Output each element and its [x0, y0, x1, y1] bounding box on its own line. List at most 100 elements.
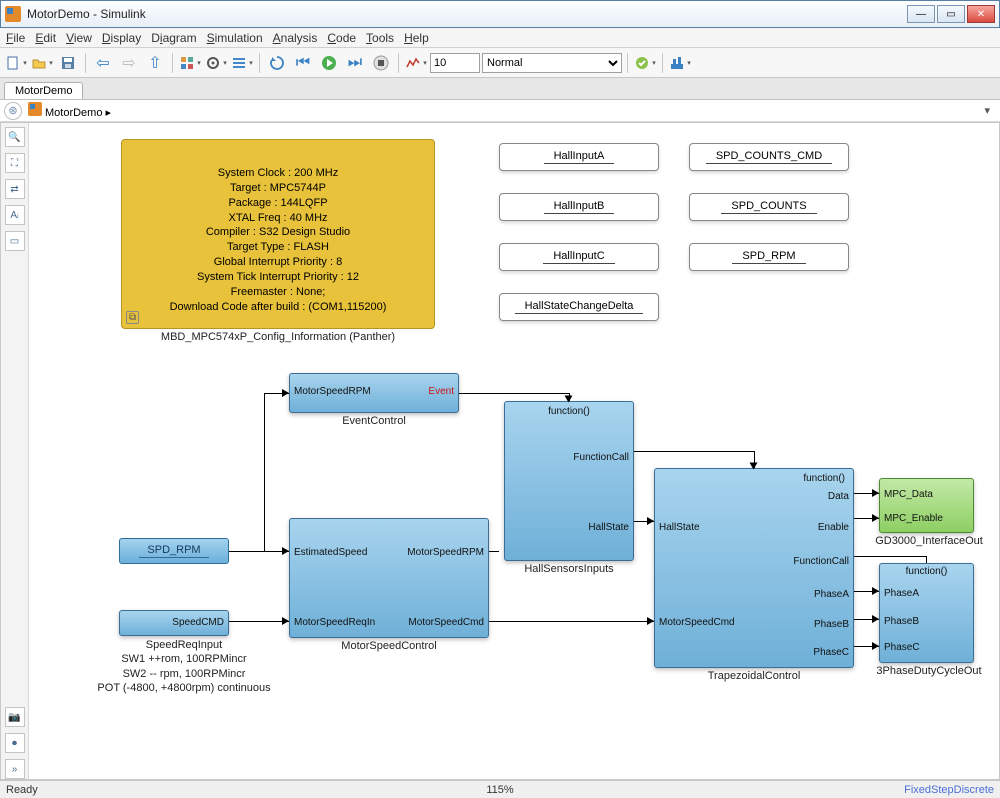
motorspeedcontrol-label: MotorSpeedControl: [289, 640, 489, 652]
config-info-caption: MBD_MPC574xP_Config_Information (Panther…: [121, 331, 435, 343]
speedreqinput-block[interactable]: SpeedCMD: [119, 610, 229, 636]
status-solver: FixedStepDiscrete: [904, 784, 994, 796]
menu-edit[interactable]: Edit: [35, 31, 56, 45]
port-enable-out: Enable: [818, 522, 849, 533]
port-motorspeedcmd-out: MotorSpeedCmd: [408, 617, 484, 628]
port-phaseb-in: PhaseB: [884, 616, 919, 627]
wire: [634, 451, 754, 452]
canvas[interactable]: System Clock : 200 MHz Target : MPC5744P…: [29, 123, 999, 779]
datastore-hallstatechangedelta[interactable]: HallStateChangeDelta: [499, 293, 659, 321]
model-icon: [28, 102, 42, 116]
menu-file[interactable]: File: [6, 31, 25, 45]
tab-strip: MotorDemo: [0, 78, 1000, 100]
work-area: 🔍 ⛶ ⇄ Aᵢ ▭ 📷 ⏺ » System Clock : 200 MHz …: [0, 122, 1000, 780]
config-info-block[interactable]: System Clock : 200 MHz Target : MPC5744P…: [121, 139, 435, 329]
step-forward-button[interactable]: ⏭: [343, 51, 367, 75]
arrow-icon: [565, 396, 573, 403]
link-icon: ⧉: [126, 311, 139, 324]
fit-to-view-icon[interactable]: ⛶: [5, 153, 25, 173]
hide-show-icon[interactable]: ▭: [5, 231, 25, 251]
run-button[interactable]: [317, 51, 341, 75]
record-icon[interactable]: ⏺: [5, 733, 25, 753]
config-info-text: System Clock : 200 MHz Target : MPC5744P…: [122, 140, 434, 314]
window-title: MotorDemo - Simulink: [27, 7, 907, 21]
open-button[interactable]: [30, 51, 54, 75]
library-browser-button[interactable]: [178, 51, 202, 75]
menu-code[interactable]: Code: [327, 31, 356, 45]
wire: [229, 621, 289, 622]
datastore-hallinputa[interactable]: HallInputA: [499, 143, 659, 171]
model-explorer-button[interactable]: [230, 51, 254, 75]
menu-tools[interactable]: Tools: [366, 31, 394, 45]
menu-display[interactable]: Display: [102, 31, 141, 45]
arrow-icon: [282, 389, 289, 397]
menu-help[interactable]: Help: [404, 31, 429, 45]
datastore-spdrpm[interactable]: SPD_RPM: [689, 243, 849, 271]
update-diagram-button[interactable]: [265, 51, 289, 75]
arrow-icon: [872, 489, 879, 497]
checkmark-button[interactable]: [633, 51, 657, 75]
port-mpcenable-in: MPC_Enable: [884, 513, 943, 524]
port-motorspeedcmd-in: MotorSpeedCmd: [659, 617, 735, 628]
datastore-hallinputb[interactable]: HallInputB: [499, 193, 659, 221]
maximize-button[interactable]: ▭: [937, 5, 965, 23]
toolbar: ⇦ ⇨ ⇧ ⏮ ⏭ Normal: [0, 48, 1000, 78]
menu-view[interactable]: View: [66, 31, 92, 45]
minimize-button[interactable]: —: [907, 5, 935, 23]
stop-button[interactable]: [369, 51, 393, 75]
status-zoom: 115%: [486, 784, 513, 796]
toggle-perspective-icon[interactable]: ⇄: [5, 179, 25, 199]
screenshot-icon[interactable]: 📷: [5, 707, 25, 727]
wire: [489, 551, 499, 552]
threephase-label: 3PhaseDutyCycleOut: [869, 665, 989, 677]
port-functioncall-out2: FunctionCall: [793, 556, 849, 567]
stop-time-input[interactable]: [430, 53, 480, 73]
menu-analysis[interactable]: Analysis: [273, 31, 318, 45]
eventcontrol-block[interactable]: MotorSpeedRPM Event: [289, 373, 459, 413]
build-button[interactable]: [668, 51, 692, 75]
back-button[interactable]: ⇦: [91, 51, 115, 75]
nav-back-icon[interactable]: ⊛: [4, 102, 22, 120]
step-back-button[interactable]: ⏮: [291, 51, 315, 75]
wire: [459, 393, 569, 394]
model-tab[interactable]: MotorDemo: [4, 82, 83, 99]
gd3000-label: GD3000_InterfaceOut: [869, 535, 989, 547]
breadcrumb[interactable]: MotorDemo ▸: [28, 102, 111, 119]
wire: [264, 393, 265, 551]
simulation-mode-select[interactable]: Normal: [482, 53, 622, 73]
datastore-spdcounts[interactable]: SPD_COUNTS: [689, 193, 849, 221]
arrow-icon: [647, 517, 654, 525]
model-config-button[interactable]: [204, 51, 228, 75]
port-speedcmd-out: SpeedCMD: [172, 617, 224, 628]
scope-button[interactable]: [404, 51, 428, 75]
port-data-out: Data: [828, 491, 849, 502]
arrow-icon: [750, 463, 758, 470]
save-button[interactable]: [56, 51, 80, 75]
threephase-block[interactable]: function() PhaseA PhaseB PhaseC: [879, 563, 974, 663]
gd3000-block[interactable]: MPC_Data MPC_Enable: [879, 478, 974, 533]
titlebar: MotorDemo - Simulink — ▭ ✕: [0, 0, 1000, 28]
arrow-icon: [872, 615, 879, 623]
menu-simulation[interactable]: Simulation: [207, 31, 263, 45]
forward-button[interactable]: ⇨: [117, 51, 141, 75]
trapezoidalcontrol-block[interactable]: function() HallState MotorSpeedCmd Data …: [654, 468, 854, 668]
datastore-spdcountscmd[interactable]: SPD_COUNTS_CMD: [689, 143, 849, 171]
close-button[interactable]: ✕: [967, 5, 995, 23]
annotation-icon[interactable]: Aᵢ: [5, 205, 25, 225]
expand-icon[interactable]: »: [5, 759, 25, 779]
zoom-in-icon[interactable]: 🔍: [5, 127, 25, 147]
port-hallstate-out: HallState: [588, 522, 629, 533]
datastore-hallinputc[interactable]: HallInputC: [499, 243, 659, 271]
motorspeedcontrol-block[interactable]: EstimatedSpeed MotorSpeedRPM MotorSpeedR…: [289, 518, 489, 638]
breadcrumb-dropdown-icon[interactable]: ▾: [978, 104, 996, 117]
palette: 🔍 ⛶ ⇄ Aᵢ ▭ 📷 ⏺ »: [1, 123, 29, 779]
wire: [926, 556, 927, 563]
eventcontrol-label: EventControl: [289, 415, 459, 427]
menu-diagram[interactable]: Diagram: [151, 31, 196, 45]
port-phasea-in: PhaseA: [884, 588, 919, 599]
spdrpm-read-block[interactable]: SPD_RPM: [119, 538, 229, 564]
hallsensorsinputs-block[interactable]: function() FunctionCall HallState: [504, 401, 634, 561]
up-button[interactable]: ⇧: [143, 51, 167, 75]
port-functioncall-out: FunctionCall: [573, 452, 629, 463]
new-button[interactable]: [4, 51, 28, 75]
